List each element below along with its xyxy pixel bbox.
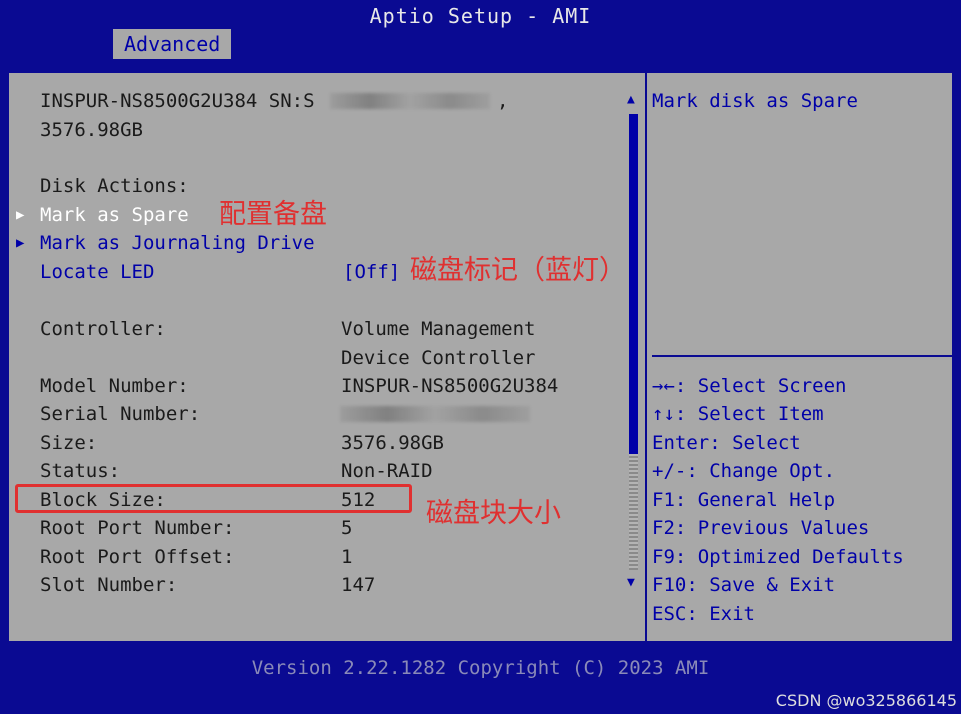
annotation-block-size: 磁盘块大小: [426, 498, 561, 529]
key-hint: F9: Optimized Defaults: [652, 546, 904, 568]
redacted-serial-number: [340, 406, 530, 422]
key-hint: Enter: Select: [652, 432, 801, 454]
info-value: 1: [341, 546, 353, 568]
info-label: Slot Number:: [40, 574, 178, 596]
watermark: CSDN @wo325866145: [775, 691, 957, 710]
info-label: Size:: [40, 432, 98, 454]
mark-as-journaling-item[interactable]: Mark as Journaling Drive: [40, 231, 315, 255]
key-hint: →←: Select Screen: [652, 375, 847, 397]
key-hint: F2: Previous Values: [652, 517, 870, 539]
highlight-box: [15, 484, 412, 513]
info-label: Model Number:: [40, 375, 189, 397]
mark-as-spare-item[interactable]: Mark as Spare: [40, 203, 189, 227]
annotation-led: 磁盘标记（蓝灯）: [410, 255, 626, 286]
window-title: Aptio Setup - AMI: [369, 4, 592, 28]
triangle-up-icon[interactable]: ▲: [627, 92, 635, 107]
version-footer: Version 2.22.1282 Copyright (C) 2023 AMI: [251, 657, 710, 679]
annotation-spare: 配置备盘: [219, 199, 327, 230]
disk-name-end: ,: [497, 90, 509, 112]
info-label: Serial Number:: [40, 403, 201, 425]
scrollbar-thumb[interactable]: [629, 114, 638, 454]
locate-led-value[interactable]: [Off]: [343, 260, 400, 284]
key-hint: ↑↓: Select Item: [652, 403, 824, 425]
info-value: 3576.98GB: [341, 432, 444, 454]
key-hint: F1: General Help: [652, 489, 836, 511]
disk-name-line: INSPUR-NS8500G2U384 SN:S: [40, 90, 315, 112]
panel-divider: [645, 71, 647, 643]
redacted-serial: [330, 93, 490, 109]
info-label: Root Port Number:: [40, 517, 235, 539]
info-value: Volume Management: [341, 318, 536, 340]
triangle-right-icon: ▶: [16, 207, 25, 223]
info-label: Status:: [40, 460, 121, 482]
disk-size-line: 3576.98GB: [40, 119, 143, 141]
help-separator: [652, 355, 952, 357]
disk-actions-heading: Disk Actions:: [40, 175, 189, 197]
tab-advanced[interactable]: Advanced: [113, 29, 231, 59]
info-value: INSPUR-NS8500G2U384: [341, 375, 559, 397]
key-hint: +/-: Change Opt.: [652, 460, 836, 482]
key-hint: F10: Save & Exit: [652, 574, 836, 596]
info-value: Non-RAID: [341, 460, 433, 482]
info-value: Device Controller: [341, 347, 536, 369]
info-label: Controller:: [40, 318, 166, 340]
info-label: Root Port Offset:: [40, 546, 235, 568]
triangle-down-icon[interactable]: ▼: [627, 575, 635, 590]
triangle-right-icon: ▶: [16, 235, 25, 251]
info-value: 5: [341, 517, 353, 539]
info-value: 147: [341, 574, 376, 596]
key-hint: ESC: Exit: [652, 603, 755, 625]
help-description: Mark disk as Spare: [652, 90, 858, 112]
locate-led-item[interactable]: Locate LED: [40, 260, 154, 284]
